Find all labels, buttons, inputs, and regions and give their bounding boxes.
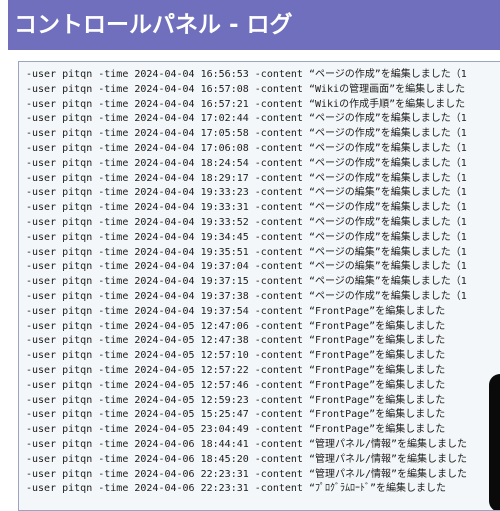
log-entry: -user pitqn -time 2024-04-04 19:37:54 -c… (26, 305, 446, 317)
log-entry: -user pitqn -time 2024-04-05 12:57:46 -c… (26, 379, 446, 391)
log-entry: -user pitqn -time 2024-04-04 18:24:54 -c… (26, 157, 467, 169)
page-title: コントロールパネル - ログ (8, 0, 500, 50)
log-entry: -user pitqn -time 2024-04-06 18:45:20 -c… (26, 453, 468, 465)
log-entry: -user pitqn -time 2024-04-04 16:56:53 -c… (26, 69, 467, 80)
log-entry: -user pitqn -time 2024-04-06 22:23:31 -c… (26, 468, 468, 480)
log-entry: -user pitqn -time 2024-04-04 19:37:38 -c… (26, 290, 467, 302)
log-entry: -user pitqn -time 2024-04-04 17:05:58 -c… (26, 128, 467, 140)
log-entry: -user pitqn -time 2024-04-04 16:57:21 -c… (26, 98, 466, 110)
log-entry: -user pitqn -time 2024-04-04 19:37:15 -c… (26, 276, 467, 288)
log-entry: -user pitqn -time 2024-04-04 19:35:51 -c… (26, 246, 467, 258)
log-entry: -user pitqn -time 2024-04-06 22:23:31 -c… (26, 483, 447, 495)
log-entry: -user pitqn -time 2024-04-05 12:57:10 -c… (26, 350, 446, 362)
log-textarea[interactable]: -user pitqn -time 2024-04-04 16:56:53 -c… (18, 61, 500, 511)
redaction-mark (489, 374, 500, 510)
log-entry: -user pitqn -time 2024-04-04 18:29:17 -c… (26, 172, 467, 184)
log-entry: -user pitqn -time 2024-04-04 19:34:45 -c… (26, 231, 467, 243)
log-entry: -user pitqn -time 2024-04-05 12:59:23 -c… (26, 394, 446, 406)
log-entry: -user pitqn -time 2024-04-04 19:37:04 -c… (26, 261, 467, 273)
log-entry: -user pitqn -time 2024-04-04 19:33:52 -c… (26, 216, 467, 228)
log-entry: -user pitqn -time 2024-04-04 19:33:31 -c… (26, 202, 467, 214)
log-entry: -user pitqn -time 2024-04-04 17:06:08 -c… (26, 142, 467, 154)
log-entry: -user pitqn -time 2024-04-04 16:57:08 -c… (26, 83, 466, 95)
log-lines: -user pitqn -time 2024-04-04 16:56:53 -c… (19, 62, 500, 497)
log-entry: -user pitqn -time 2024-04-05 12:47:06 -c… (26, 320, 446, 332)
log-entry: -user pitqn -time 2024-04-04 19:33:23 -c… (26, 187, 467, 199)
log-entry: -user pitqn -time 2024-04-05 12:47:38 -c… (26, 335, 446, 347)
log-entry: -user pitqn -time 2024-04-05 12:57:22 -c… (26, 364, 446, 376)
log-entry: -user pitqn -time 2024-04-04 17:02:44 -c… (26, 113, 467, 125)
log-entry: -user pitqn -time 2024-04-05 23:04:49 -c… (26, 424, 446, 436)
log-entry: -user pitqn -time 2024-04-05 15:25:47 -c… (26, 409, 446, 421)
log-entry: -user pitqn -time 2024-04-06 18:44:41 -c… (26, 438, 468, 450)
